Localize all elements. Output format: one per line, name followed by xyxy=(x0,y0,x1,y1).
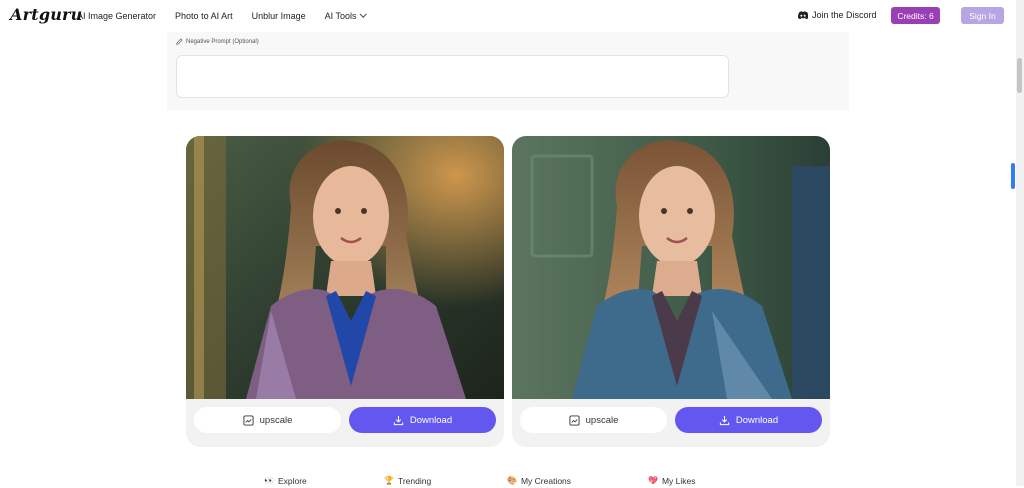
credits-button[interactable]: Credits: 6 xyxy=(891,7,940,24)
upscale-button[interactable]: upscale xyxy=(194,407,341,433)
nav-photo-to-ai-art[interactable]: Photo to AI Art xyxy=(175,11,233,21)
nav-unblur-image[interactable]: Unblur Image xyxy=(252,11,306,21)
download-icon xyxy=(719,415,730,425)
join-discord-link[interactable]: Join the Discord xyxy=(798,10,877,20)
tab-my-likes[interactable]: 💖 My Likes xyxy=(648,476,696,486)
download-button[interactable]: Download xyxy=(349,407,496,433)
download-label: Download xyxy=(735,414,779,426)
negative-prompt-input[interactable] xyxy=(176,55,729,98)
negative-prompt-text: Negative Prompt (Optional) xyxy=(186,38,259,45)
main-nav: AI Image Generator Photo to AI Art Unblu… xyxy=(77,0,368,32)
download-label: Download xyxy=(409,414,453,426)
upscale-label: upscale xyxy=(585,414,619,426)
sign-in-button[interactable]: Sign In xyxy=(961,7,1004,24)
eyes-icon: 👀 xyxy=(264,476,274,485)
portrait-image xyxy=(186,136,504,399)
upscale-label: upscale xyxy=(259,414,293,426)
tab-explore-label: Explore xyxy=(277,476,307,486)
tab-my-likes-label: My Likes xyxy=(661,476,696,486)
upscale-button[interactable]: upscale xyxy=(520,407,667,433)
artguru-logo[interactable]: Artguru xyxy=(10,5,83,24)
download-button[interactable]: Download xyxy=(675,407,822,433)
discord-label: Join the Discord xyxy=(812,10,877,20)
result-card-generated: upscale Download xyxy=(512,136,830,447)
upscale-icon xyxy=(243,414,254,426)
tab-my-creations-label: My Creations xyxy=(520,476,572,486)
tab-trending-label: Trending xyxy=(397,476,432,486)
result-image-original[interactable] xyxy=(186,136,504,399)
card-actions: upscale Download xyxy=(194,407,496,433)
chevron-down-icon xyxy=(360,10,368,18)
nav-ai-image-generator[interactable]: AI Image Generator xyxy=(77,11,156,21)
top-header: Artguru AI Image Generator Photo to AI A… xyxy=(0,0,1016,32)
trophy-icon: 🏆 xyxy=(384,476,394,485)
discord-icon xyxy=(798,11,808,19)
heart-icon: 💖 xyxy=(648,476,658,485)
side-feedback-tab[interactable] xyxy=(1011,163,1015,189)
pencil-icon xyxy=(176,38,183,45)
scrollbar-thumb[interactable] xyxy=(1017,58,1022,93)
tab-my-creations[interactable]: 🎨 My Creations xyxy=(507,476,571,486)
tab-explore[interactable]: 👀 Explore xyxy=(264,476,307,486)
palette-icon: 🎨 xyxy=(507,476,517,485)
nav-ai-tools[interactable]: AI Tools xyxy=(324,10,368,21)
result-card-original: upscale Download xyxy=(186,136,504,447)
result-image-generated[interactable] xyxy=(512,136,830,399)
gallery-tabs: 👀 Explore 🏆 Trending 🎨 My Creations 💖 My… xyxy=(0,476,1016,488)
download-icon xyxy=(393,415,404,425)
negative-prompt-label: Negative Prompt (Optional) xyxy=(176,38,259,45)
card-actions: upscale Download xyxy=(520,407,822,433)
nav-ai-tools-label: AI Tools xyxy=(324,11,357,21)
portrait-image xyxy=(512,136,830,399)
tab-trending[interactable]: 🏆 Trending xyxy=(384,476,431,486)
upscale-icon xyxy=(569,414,580,426)
